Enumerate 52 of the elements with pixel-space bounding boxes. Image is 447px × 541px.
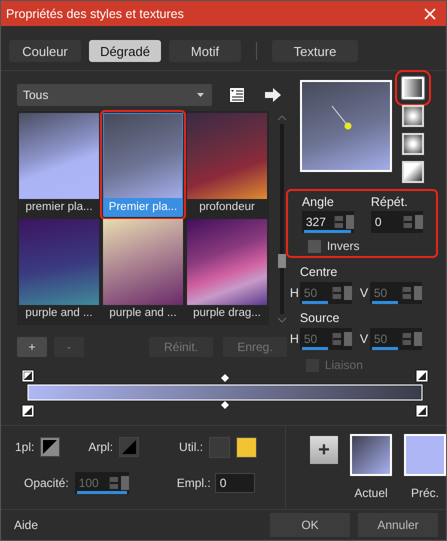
gradient-style-button[interactable] xyxy=(402,133,424,155)
field-label: Util.: xyxy=(179,440,204,454)
arrow-right-icon[interactable] xyxy=(265,88,281,102)
section-label: Centre xyxy=(300,265,338,279)
location-field[interactable]: 0 xyxy=(214,473,255,493)
help-label[interactable]: Aide xyxy=(14,518,262,532)
field-label: Angle xyxy=(302,195,335,209)
gradient-tile[interactable]: purple and ... xyxy=(19,219,99,323)
swatch-label: Préc. xyxy=(410,486,439,500)
caret-icon xyxy=(197,93,204,97)
field-label: V xyxy=(360,286,369,300)
field-label: Opacité: xyxy=(24,476,69,490)
scroll-thumb[interactable] xyxy=(278,254,286,268)
tab[interactable]: Texture xyxy=(272,40,358,62)
cancel-button[interactable]: Annuler xyxy=(358,513,438,537)
window-title: Propriétés des styles et textures xyxy=(6,6,185,20)
previous-swatch[interactable] xyxy=(404,434,446,476)
repeat-field[interactable]: 0 xyxy=(370,211,423,233)
field-label: V xyxy=(360,332,369,346)
tab[interactable]: Dégradé xyxy=(89,40,161,62)
category-dropdown[interactable]: Tous xyxy=(17,84,212,106)
tab[interactable]: Couleur xyxy=(9,40,81,62)
field-label: Répét. xyxy=(370,195,409,209)
field-label: H xyxy=(290,286,299,300)
field-label: H xyxy=(290,332,299,346)
gradient-tile[interactable]: premier pla... xyxy=(19,113,99,217)
foreground-stop-button[interactable] xyxy=(40,437,60,457)
swatch-label: Actuel xyxy=(354,486,388,500)
library-button[interactable]: + xyxy=(17,337,47,357)
close-icon[interactable] xyxy=(424,8,436,20)
gradient-style-button[interactable] xyxy=(402,105,424,127)
color-swatch[interactable] xyxy=(236,436,258,458)
gradient-tile[interactable]: purple and ... xyxy=(103,219,183,323)
field-label: 1pl: xyxy=(15,440,34,454)
list-icon[interactable] xyxy=(229,87,245,103)
scroll-up-icon[interactable] xyxy=(277,115,287,121)
ok-button[interactable]: OK xyxy=(270,513,350,537)
field-label: Empl.: xyxy=(176,476,211,490)
tab[interactable]: Motif xyxy=(169,40,241,62)
section-label: Source xyxy=(300,311,340,325)
gradient-tile[interactable]: profondeur xyxy=(187,113,267,217)
current-swatch[interactable] xyxy=(350,434,392,476)
gradient-editor-drawing[interactable] xyxy=(20,368,430,420)
gradient-tile[interactable]: purple drag... xyxy=(187,219,267,323)
field-label: Arpl: xyxy=(88,440,114,454)
scroll-down-icon[interactable] xyxy=(277,317,287,323)
invert-checkbox[interactable] xyxy=(308,240,321,252)
checkbox-label: Invers xyxy=(326,239,360,253)
gradient-style-button[interactable] xyxy=(402,161,424,183)
add-swatch-button[interactable]: + xyxy=(310,436,338,464)
checkbox-label: Liaison xyxy=(324,358,363,372)
angle-field[interactable]: 327 xyxy=(302,211,354,233)
